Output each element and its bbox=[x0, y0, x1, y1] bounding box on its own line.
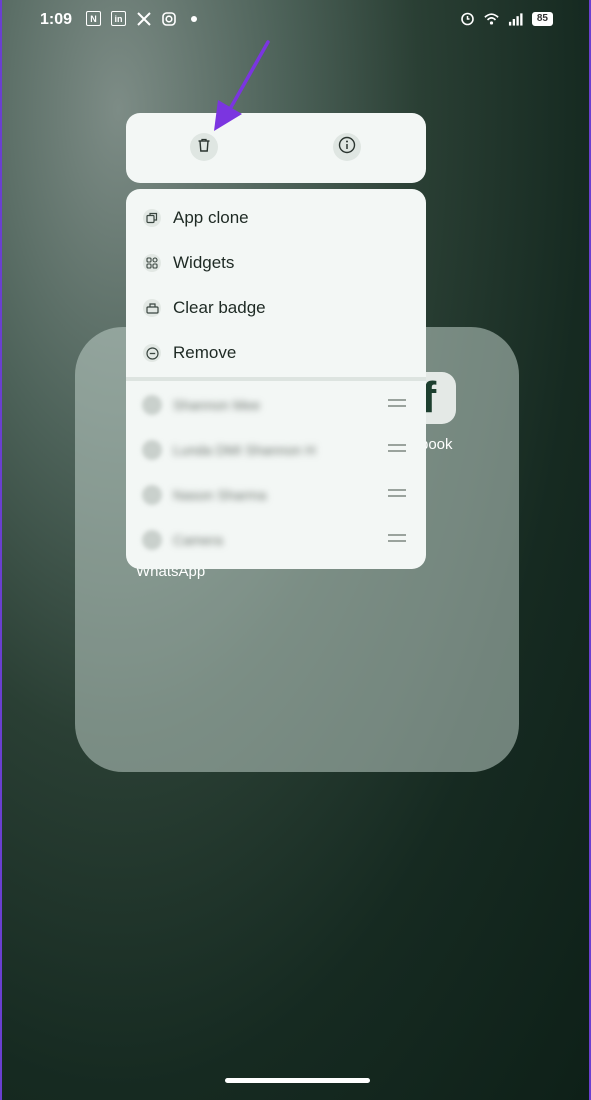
shortcut-label: Shannon Mee bbox=[173, 397, 261, 413]
widgets-icon bbox=[143, 254, 161, 272]
menu-item-label: Clear badge bbox=[173, 298, 266, 317]
alarm-icon bbox=[460, 11, 475, 26]
shortcut-avatar-icon bbox=[142, 395, 162, 415]
info-icon bbox=[338, 136, 356, 159]
shortcut-item[interactable]: Camera bbox=[126, 520, 426, 560]
shortcut-label: Nason Sharma bbox=[173, 487, 267, 503]
signal-icon bbox=[508, 11, 523, 26]
drag-handle-icon[interactable] bbox=[388, 534, 406, 542]
clear-badge-icon bbox=[143, 299, 161, 317]
shortcut-avatar-icon bbox=[142, 485, 162, 505]
drag-handle-icon[interactable] bbox=[388, 444, 406, 452]
shortcut-label: Lunda DMI Shannon H bbox=[173, 442, 316, 458]
notification-icons: N in bbox=[86, 11, 201, 26]
status-right-icons: 85 bbox=[460, 11, 553, 26]
gtn-app-icon: N bbox=[86, 11, 101, 26]
app-info-button[interactable] bbox=[333, 133, 361, 161]
menu-item-app-clone[interactable]: App clone bbox=[126, 198, 426, 238]
trash-icon bbox=[196, 137, 212, 158]
linkedin-icon: in bbox=[111, 11, 126, 26]
wifi-icon bbox=[484, 11, 499, 26]
shortcut-avatar-icon bbox=[142, 440, 162, 460]
home-indicator[interactable] bbox=[225, 1078, 370, 1083]
shortcut-item[interactable]: Lunda DMI Shannon H bbox=[126, 430, 426, 470]
drag-handle-icon[interactable] bbox=[388, 489, 406, 497]
menu-divider bbox=[126, 377, 426, 381]
shortcut-label: Camera bbox=[173, 532, 223, 548]
status-time: 1:09 bbox=[40, 11, 73, 28]
annotation-arrow-icon bbox=[214, 40, 270, 131]
shortcut-camera-icon bbox=[142, 530, 162, 550]
shortcut-item[interactable]: Nason Sharma bbox=[126, 475, 426, 515]
remove-icon bbox=[143, 344, 161, 362]
app-clone-icon bbox=[143, 209, 161, 227]
x-icon bbox=[136, 11, 151, 26]
menu-item-remove[interactable]: Remove bbox=[126, 333, 426, 373]
menu-item-label: Widgets bbox=[173, 253, 235, 272]
menu-item-widgets[interactable]: Widgets bbox=[126, 243, 426, 283]
app-actions-card bbox=[126, 113, 426, 183]
battery-indicator: 85 bbox=[531, 11, 553, 26]
drag-handle-icon[interactable] bbox=[388, 399, 406, 407]
menu-item-label: App clone bbox=[173, 208, 249, 227]
menu-item-clear-badge[interactable]: Clear badge bbox=[126, 288, 426, 328]
instagram-icon bbox=[161, 11, 176, 26]
shortcut-item[interactable]: Shannon Mee bbox=[126, 385, 426, 425]
status-bar: 1:09 N in 85 bbox=[2, 0, 589, 40]
context-menu: App clone Widgets Clear badge Remove Sha… bbox=[126, 189, 426, 569]
menu-item-label: Remove bbox=[173, 343, 237, 362]
dot-icon bbox=[186, 11, 201, 26]
